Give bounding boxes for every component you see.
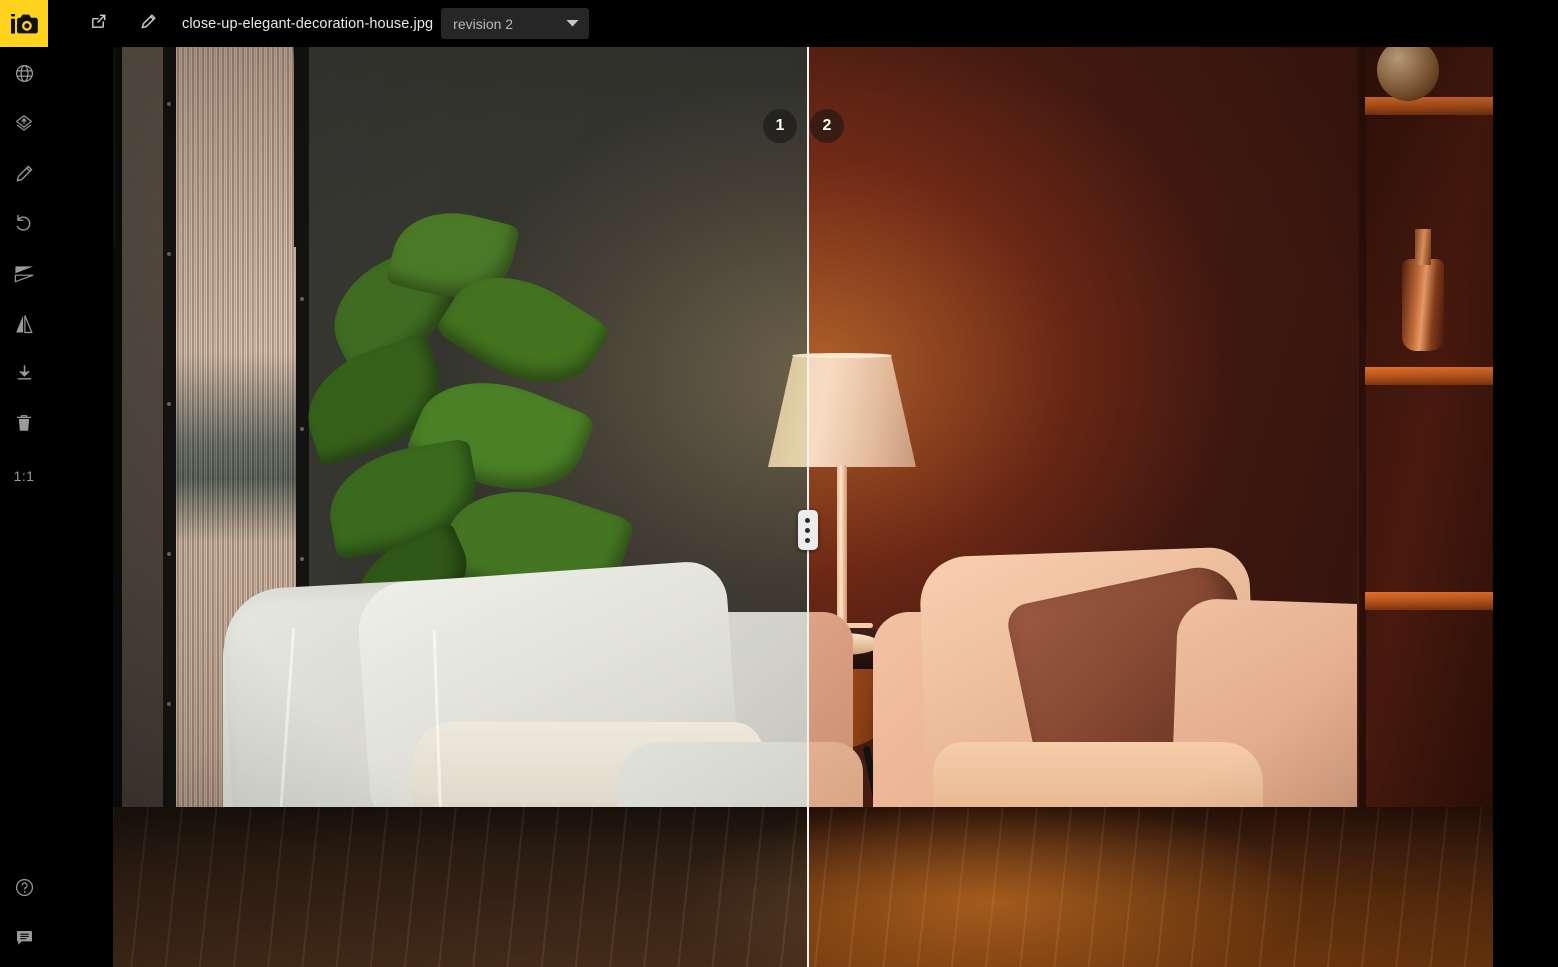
sidebar-item-cdn-delivery[interactable]: [0, 51, 48, 101]
compare-badge-right[interactable]: 2: [810, 109, 844, 143]
window-arch-frame: [113, 47, 305, 247]
camera-logo-icon: [9, 12, 39, 36]
chevron-down-icon: [566, 19, 579, 28]
sidebar-item-zoom-one-to-one[interactable]: 1:1: [0, 451, 48, 501]
pencil-icon: [14, 163, 35, 189]
file-name-label: close-up-elegant-decoration-house.jpg: [182, 15, 434, 32]
feedback-chat-icon: [14, 927, 35, 953]
sidebar-item-optimize[interactable]: [0, 101, 48, 151]
sidebar-item-flip-horizontal[interactable]: [0, 301, 48, 351]
drag-handle-dots-icon[interactable]: [797, 510, 818, 550]
revision-select[interactable]: revision 2: [441, 8, 590, 39]
download-icon: [14, 363, 35, 389]
ratio-text: 1:1: [13, 468, 35, 484]
flip-horizontal-icon: [13, 313, 35, 340]
flip-vertical-icon: [13, 263, 36, 290]
compare-divider: [806, 47, 809, 967]
top-bar: close-up-elegant-decoration-house.jpg re…: [0, 0, 1558, 47]
sidebar-item-edit[interactable]: [0, 151, 48, 201]
image-compare-stage[interactable]: 1 2: [113, 47, 1493, 967]
layers-stack-icon: [13, 113, 35, 140]
help-circle-icon: [14, 877, 35, 903]
trash-icon: [14, 413, 34, 439]
sidebar-item-flip-vertical[interactable]: [0, 251, 48, 301]
left-toolbar: 1:1: [0, 47, 48, 967]
sidebar-item-rotate[interactable]: [0, 201, 48, 251]
app-root: close-up-elegant-decoration-house.jpg re…: [0, 0, 1558, 967]
sidebar-item-feedback[interactable]: [0, 915, 48, 965]
toolbar-primary-group: 1:1: [0, 51, 48, 501]
sidebar-item-download[interactable]: [0, 351, 48, 401]
compare-badge-left[interactable]: 1: [763, 109, 797, 143]
pencil-edit-icon: [139, 12, 158, 36]
sidebar-item-delete[interactable]: [0, 401, 48, 451]
globe-icon: [14, 63, 35, 89]
decor-vase: [1402, 259, 1444, 351]
toolbar-secondary-group: [0, 865, 48, 965]
rename-file-button[interactable]: [128, 4, 168, 44]
open-external-button[interactable]: [78, 4, 118, 44]
external-link-icon: [89, 12, 108, 36]
revision-select-value: revision 2: [453, 15, 514, 32]
app-logo[interactable]: [0, 0, 48, 47]
rotate-ccw-icon: [13, 213, 35, 240]
sidebar-item-help[interactable]: [0, 865, 48, 915]
